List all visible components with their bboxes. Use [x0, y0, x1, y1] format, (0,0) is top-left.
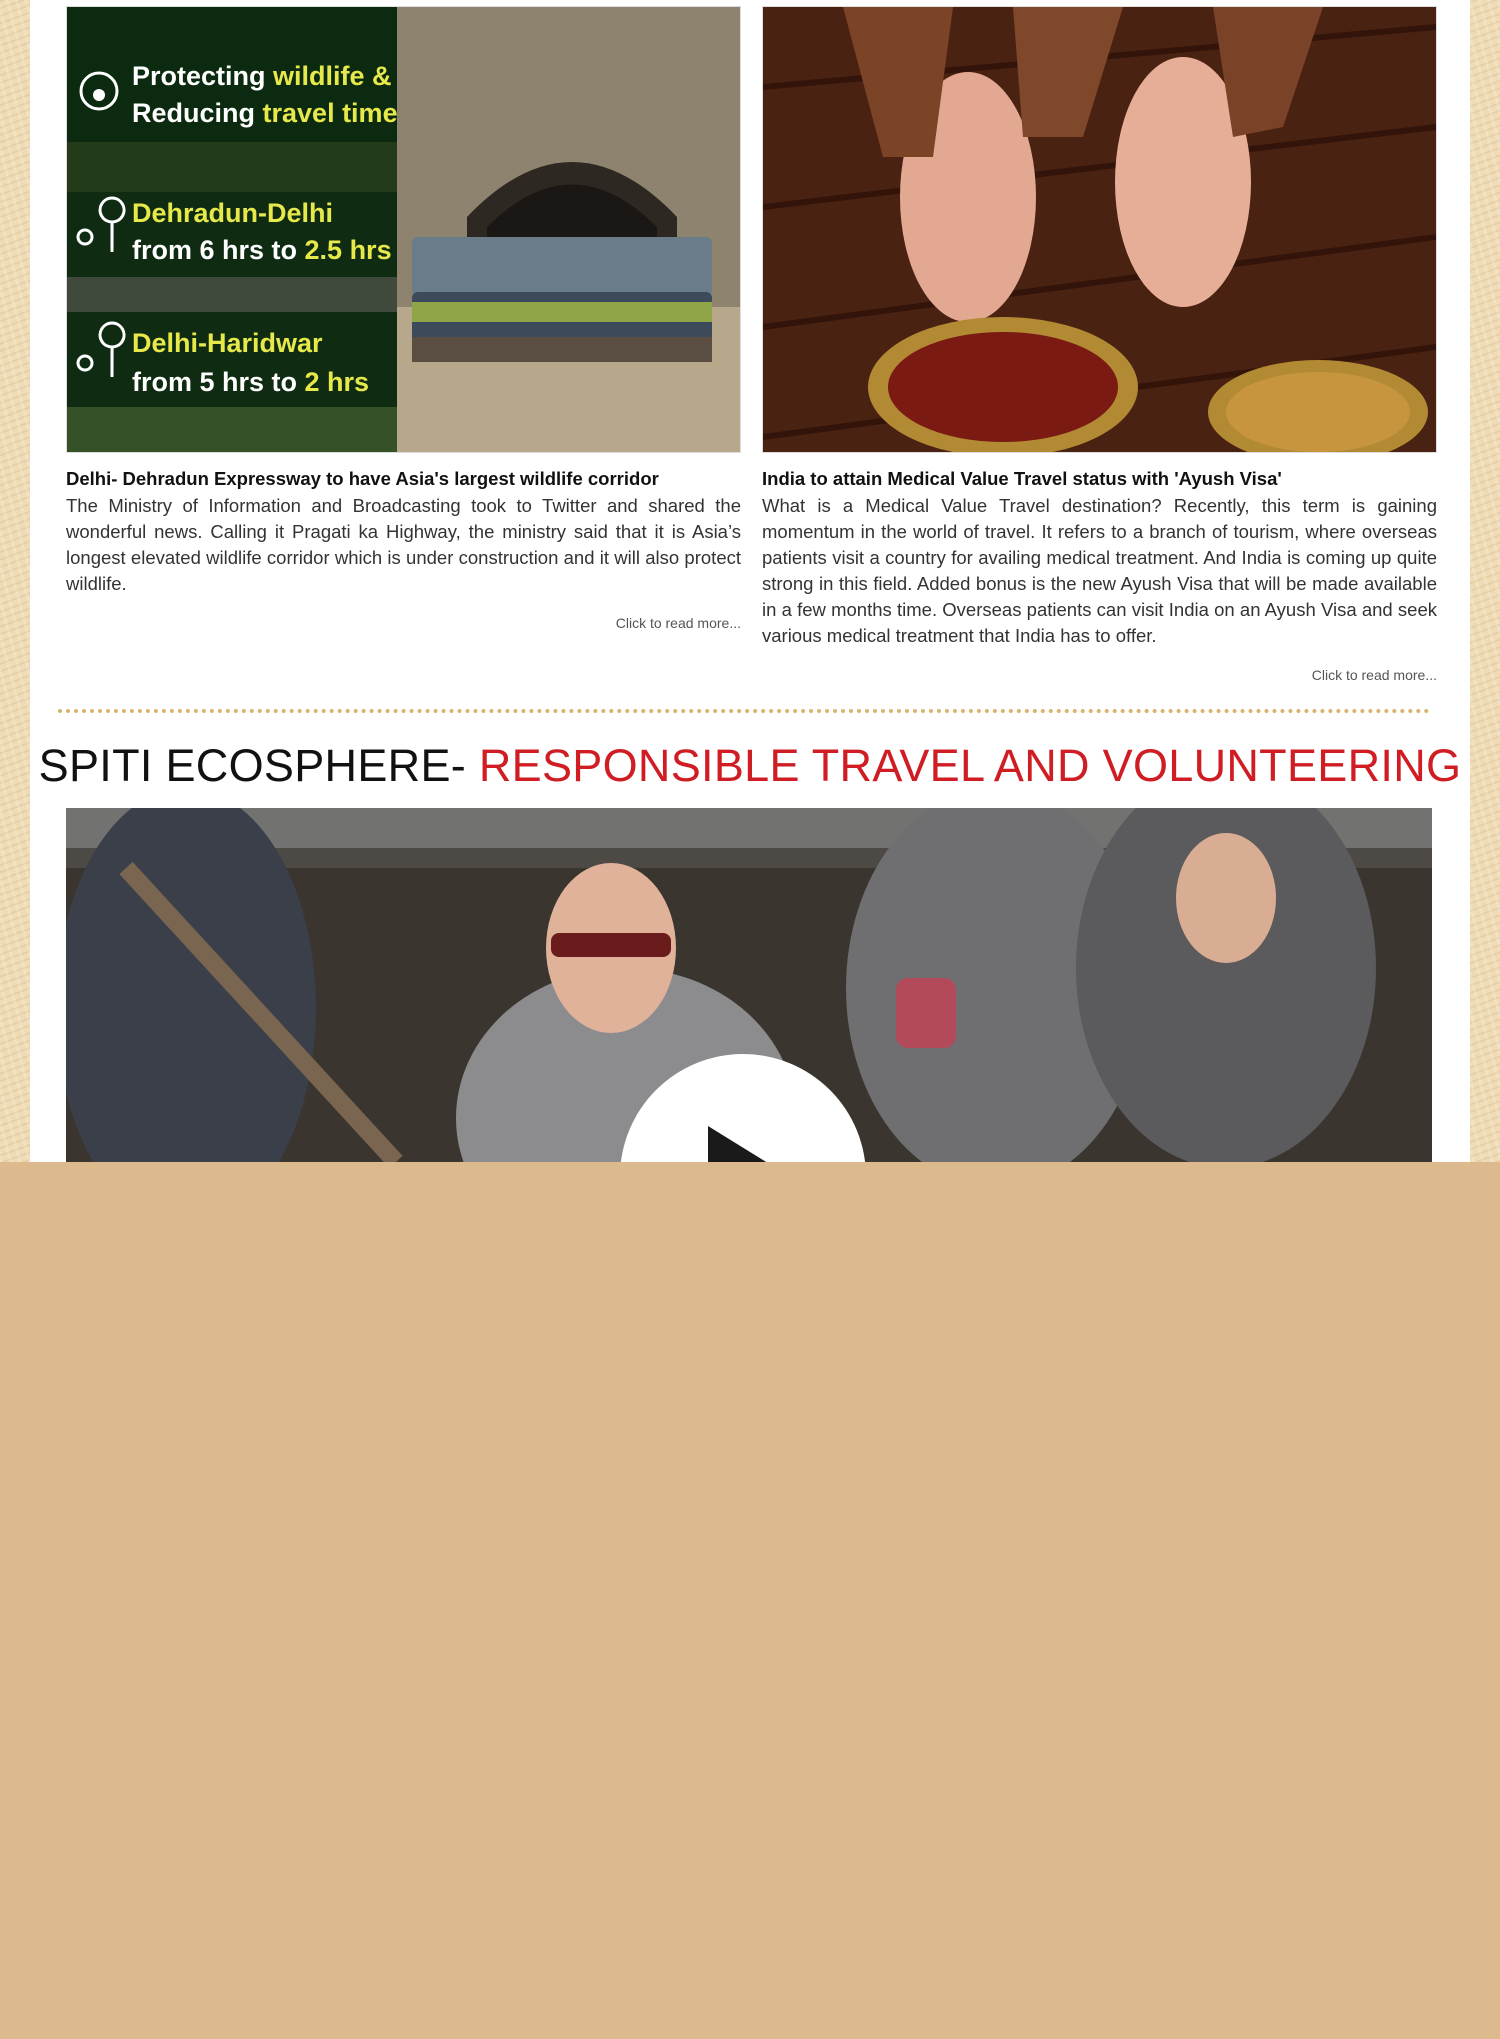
news-article-expressway: Protecting wildlife & Reducing travel ti…	[66, 6, 741, 631]
section-divider	[58, 709, 1430, 713]
article-summary: The Ministry of Information and Broadcas…	[66, 495, 741, 594]
infographic-line-3: Dehradun-Delhi	[132, 198, 333, 228]
content-panel: Protecting wildlife & Reducing travel ti…	[30, 0, 1470, 1162]
infographic-line-5: Delhi-Haridwar	[132, 328, 323, 358]
news-article-ayush-visa: India to attain Medical Value Travel sta…	[762, 6, 1437, 683]
infographic-line-2: Reducing travel time	[132, 98, 398, 128]
play-icon	[708, 1126, 792, 1162]
infographic-line-6: from 5 hrs to 2 hrs	[132, 367, 369, 397]
read-more-link[interactable]: Click to read more...	[762, 667, 1437, 683]
article-summary: What is a Medical Value Travel destinati…	[762, 495, 1437, 646]
article-image-expressway[interactable]: Protecting wildlife & Reducing travel ti…	[66, 6, 741, 453]
foot-massage-image	[763, 7, 1436, 452]
video-player[interactable]	[66, 808, 1432, 1162]
section-heading-part2: RESPONSIBLE TRAVEL AND VOLUNTEERING	[478, 740, 1462, 791]
infographic-line-4: from 6 hrs to 2.5 hrs	[132, 235, 392, 265]
expressway-infographic-image: Protecting wildlife & Reducing travel ti…	[67, 7, 740, 452]
read-more-link[interactable]: Click to read more...	[66, 615, 741, 631]
article-title[interactable]: Delhi- Dehradun Expressway to have Asia'…	[66, 467, 741, 491]
section-heading-part1: SPITI ECOSPHERE-	[38, 740, 479, 791]
section-heading: SPITI ECOSPHERE- RESPONSIBLE TRAVEL AND …	[30, 740, 1470, 792]
article-image-ayush[interactable]	[762, 6, 1437, 453]
article-title[interactable]: India to attain Medical Value Travel sta…	[762, 467, 1437, 491]
infographic-line-1: Protecting wildlife &	[132, 61, 392, 91]
